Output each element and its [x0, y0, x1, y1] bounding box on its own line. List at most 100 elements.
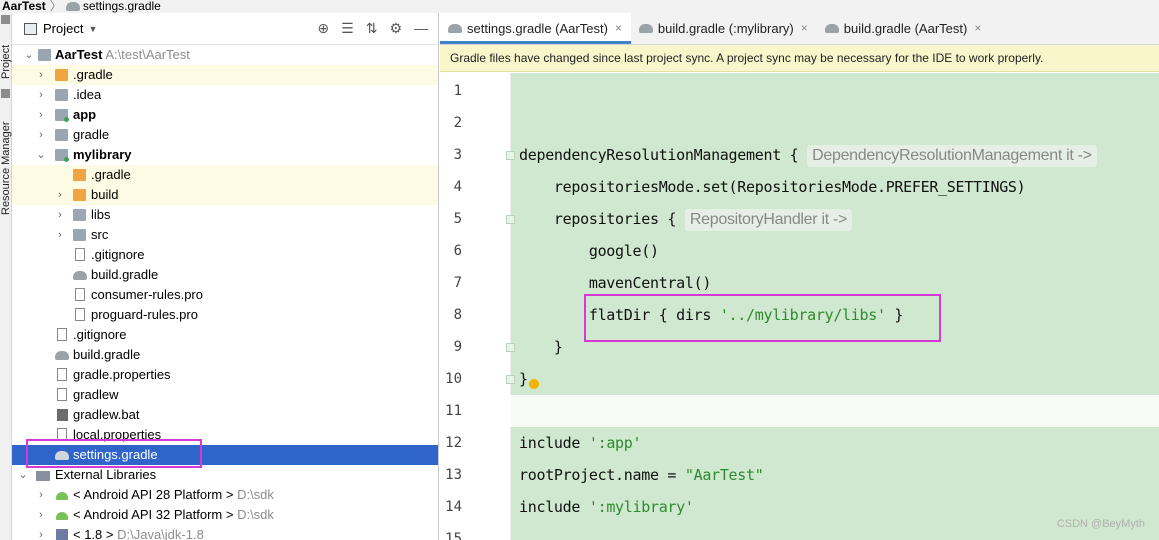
tab-label: build.gradle (AarTest) [843, 20, 968, 36]
code-text: dependencyResolutionManagement { [519, 146, 808, 164]
tool-window-stripe: Project Resource Manager [0, 13, 12, 540]
fold-icon[interactable] [506, 215, 515, 224]
code-line-1: 1 [440, 75, 1159, 107]
tab-build-gradle-aartest[interactable]: build.gradle (AarTest) × [817, 13, 991, 44]
tree-row-mylibrary-gradle-dir[interactable]: .gradle [12, 165, 438, 185]
resource-manager-tab[interactable]: Resource Manager [0, 121, 12, 215]
tree-row-libs[interactable]: › libs [12, 205, 438, 225]
chevron-right-icon[interactable]: › [55, 185, 65, 205]
tree-label: < Android API 28 Platform > [73, 487, 234, 502]
fold-icon[interactable] [506, 151, 515, 160]
tree-label: .gitignore [73, 327, 127, 342]
chevron-right-icon[interactable]: › [36, 125, 46, 145]
hide-icon[interactable]: — [414, 20, 428, 37]
tree-row-android-api-32[interactable]: › < Android API 32 Platform > D:\sdk [12, 505, 438, 525]
chevron-down-icon[interactable]: ▼ [88, 24, 97, 34]
tree-row-mylibrary[interactable]: ⌄ mylibrary [12, 145, 438, 165]
tree-row-gradle[interactable]: › gradle [12, 125, 438, 145]
tree-row-android-api-28[interactable]: › < Android API 28 Platform > D:\sdk [12, 485, 438, 505]
code-text: repositories { [519, 210, 685, 228]
tree-row-jdk[interactable]: › < 1.8 > D:\Java\jdk-1.8 [12, 525, 438, 540]
project-tool-icon [1, 15, 10, 24]
chevron-down-icon[interactable]: ⌄ [24, 45, 34, 65]
tree-row-app[interactable]: › app [12, 105, 438, 125]
chevron-right-icon[interactable]: › [36, 485, 46, 505]
tree-row-build[interactable]: › build [12, 185, 438, 205]
tree-row-gradlew[interactable]: gradlew [12, 385, 438, 405]
chevron-down-icon[interactable]: ⌄ [36, 145, 46, 165]
batch-file-icon [57, 409, 68, 421]
tree-row-mylibrary-gitignore[interactable]: .gitignore [12, 245, 438, 265]
tree-row-external-libraries[interactable]: ⌄ External Libraries [12, 465, 438, 485]
tree-row-gitignore[interactable]: .gitignore [12, 325, 438, 345]
tree-row-consumer-rules[interactable]: consumer-rules.pro [12, 285, 438, 305]
tree-label: gradle [73, 127, 110, 142]
collapse-all-icon[interactable]: ⇅ [366, 20, 378, 37]
chevron-down-icon[interactable]: ⌄ [18, 465, 28, 485]
fold-icon[interactable] [506, 343, 515, 352]
expand-all-icon[interactable]: ☰ [341, 20, 354, 37]
chevron-right-icon[interactable]: › [55, 205, 65, 225]
gear-icon[interactable]: ⚙ [389, 20, 402, 37]
inlay-hint: RepositoryHandler it -> [684, 209, 853, 231]
tree-label: mylibrary [73, 147, 132, 162]
tree-row-gradle-dir[interactable]: › .gradle [12, 65, 438, 85]
tree-row-idea[interactable]: › .idea [12, 85, 438, 105]
code-line-11: 11 [440, 395, 1159, 427]
tree-row-aartest[interactable]: ⌄ AarTest A:\test\AarTest [12, 45, 438, 65]
project-view-selector[interactable]: Project [43, 21, 83, 36]
chevron-right-icon[interactable]: › [36, 525, 46, 540]
tree-row-proguard-rules[interactable]: proguard-rules.pro [12, 305, 438, 325]
folder-icon [55, 69, 68, 81]
tree-label: app [73, 107, 97, 122]
code-editor[interactable]: 1 2 3 dependencyResolutionManagement { D… [440, 73, 1159, 540]
properties-file-icon [57, 368, 67, 381]
line-number: 12 [445, 435, 462, 451]
code-line-3: 3 dependencyResolutionManagement { Depen… [440, 139, 1159, 171]
tab-build-gradle-mylibrary[interactable]: build.gradle (:mylibrary) × [631, 13, 817, 44]
code-string: "AarTest" [684, 466, 764, 484]
project-tool-tab[interactable]: Project [0, 45, 12, 79]
tab-settings-gradle[interactable]: settings.gradle (AarTest) × [440, 13, 631, 44]
navigation-bar: AarTest 〉 settings.gradle [0, 0, 1159, 13]
tree-row-build-gradle[interactable]: build.gradle [12, 345, 438, 365]
tree-row-src[interactable]: › src [12, 225, 438, 245]
chevron-right-icon[interactable]: › [36, 505, 46, 525]
tree-label: .gradle [73, 67, 113, 82]
chevron-right-icon[interactable]: › [36, 85, 46, 105]
chevron-right-icon[interactable]: › [36, 65, 46, 85]
breadcrumb-root[interactable]: AarTest [0, 0, 46, 13]
fold-icon[interactable] [506, 375, 515, 384]
tree-row-gradlew-bat[interactable]: gradlew.bat [12, 405, 438, 425]
line-number: 14 [445, 499, 462, 515]
tree-path: D:\Java\jdk-1.8 [117, 527, 204, 540]
code-text: include [519, 434, 589, 452]
tree-path: A:\test\AarTest [105, 47, 190, 62]
breadcrumb-file[interactable]: settings.gradle [83, 0, 161, 13]
tree-row-mylibrary-build-gradle[interactable]: build.gradle [12, 265, 438, 285]
locate-icon[interactable]: ⊕ [317, 20, 329, 37]
editor-tabs: settings.gradle (AarTest) × build.gradle… [440, 13, 1159, 45]
code-text: repositoriesMode.set(RepositoriesMode.PR… [519, 178, 1026, 196]
tab-label: build.gradle (:mylibrary) [657, 20, 794, 36]
tree-label: gradlew [73, 387, 119, 402]
close-icon[interactable]: × [974, 21, 981, 35]
tree-row-gradle-properties[interactable]: gradle.properties [12, 365, 438, 385]
chevron-right-icon[interactable]: › [55, 225, 65, 245]
code-line-5: 5 repositories { RepositoryHandler it -> [440, 203, 1159, 235]
tree-path: D:\sdk [237, 487, 274, 502]
folder-icon [55, 89, 68, 101]
line-number: 5 [453, 211, 462, 227]
tree-label: .idea [73, 87, 102, 102]
tree-label: libs [91, 207, 111, 222]
close-icon[interactable]: × [615, 21, 622, 35]
tree-path: D:\sdk [237, 507, 274, 522]
lightbulb-icon[interactable] [529, 379, 539, 389]
line-number: 9 [453, 339, 462, 355]
tree-label: src [91, 227, 109, 242]
code-line-10: 10 } [440, 363, 1159, 395]
tree-label: proguard-rules.pro [91, 307, 198, 322]
jdk-icon [56, 529, 68, 540]
close-icon[interactable]: × [801, 21, 808, 35]
chevron-right-icon[interactable]: › [36, 105, 46, 125]
